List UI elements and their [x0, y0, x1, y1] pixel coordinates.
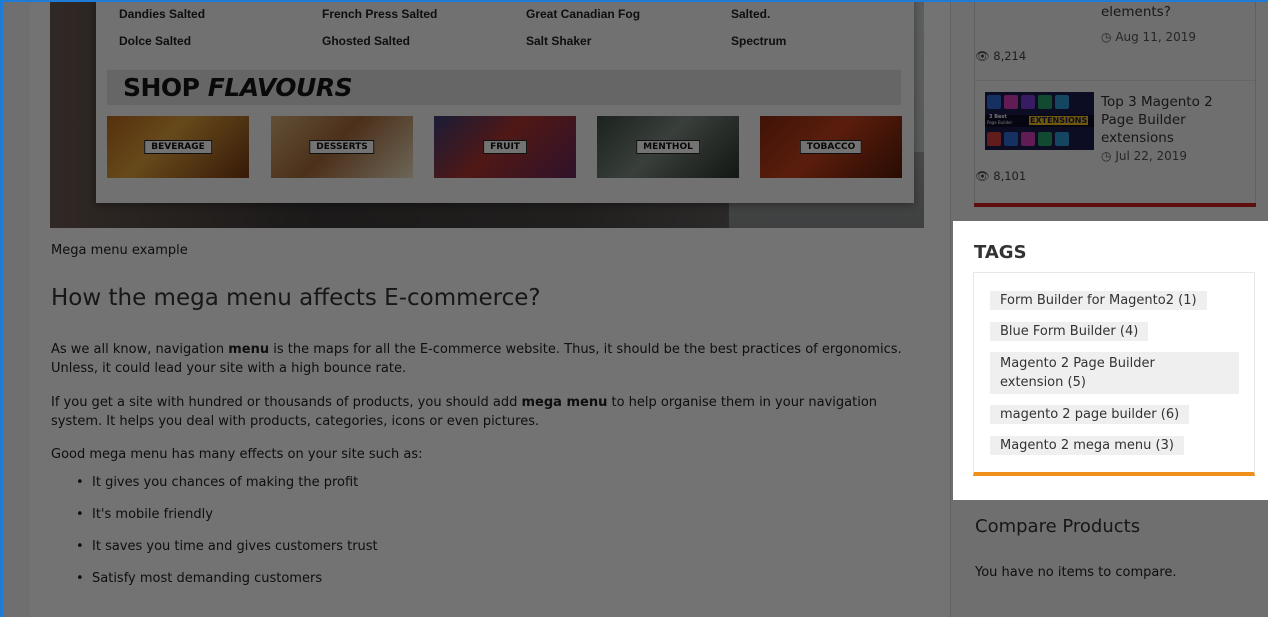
tile-label: MENTHOL	[636, 140, 700, 154]
flavour-tile-tobacco: TOBACCO	[760, 116, 902, 178]
tags-title: TAGS	[974, 242, 1027, 263]
paragraph-1: As we all know, navigation menu is the m…	[51, 340, 931, 378]
article-heading: How the mega menu affects E-commerce?	[51, 285, 541, 311]
post-divider	[975, 80, 1255, 81]
banner-text-main: SHOP	[123, 73, 200, 102]
flavour-tile-fruit: FRUIT	[434, 116, 576, 178]
tile-label: TOBACCO	[799, 140, 863, 154]
thumb-text: Page Builder	[987, 120, 1013, 125]
list-item: It gives you chances of making the profi…	[76, 475, 378, 507]
post-title-2[interactable]: Top 3 Magento 2 Page Builder extensions	[1101, 93, 1251, 147]
paragraph-3: Good mega menu has many effects on your …	[51, 447, 423, 462]
post-views-1: 👁 8,214	[975, 49, 1255, 63]
eye-icon: 👁	[975, 169, 990, 183]
screenshot-frame: Dandies Salted French Press Salted Great…	[0, 0, 1268, 617]
eye-icon: 👁	[975, 49, 990, 63]
shop-flavours-banner: SHOP FLAVOURS	[107, 70, 901, 105]
menu-item: Spectrum	[731, 34, 787, 48]
menu-item: Salted.	[731, 7, 771, 21]
menu-item: Ghosted Salted	[322, 34, 411, 48]
posts-box-bottom-accent	[974, 203, 1256, 207]
post-thumbnail[interactable]: 3 Best Page Builder EXTENSIONS	[985, 92, 1094, 150]
menu-item: Dandies Salted	[119, 7, 206, 21]
clock-icon: ◷	[1101, 149, 1112, 163]
tile-label: FRUIT	[483, 140, 527, 154]
bold-keyword: menu	[228, 342, 270, 357]
compare-products-title: Compare Products	[975, 516, 1141, 537]
tile-label: DESSERTS	[309, 140, 375, 154]
views-count: 8,214	[993, 49, 1027, 63]
paragraph-2: If you get a site with hundred or thousa…	[51, 393, 931, 431]
menu-item: Salt Shaker	[526, 34, 592, 48]
post-title-line: extensions	[1101, 130, 1174, 146]
clock-icon: ◷	[1101, 30, 1112, 44]
menu-item: Dolce Salted	[119, 34, 192, 48]
thumb-app-icon	[1021, 95, 1035, 109]
thumb-band: 3 Best Page Builder EXTENSIONS	[985, 114, 1094, 127]
thumb-app-icon	[1004, 95, 1018, 109]
post-date-text: Aug 11, 2019	[1115, 30, 1196, 44]
tag-text-line: Magento 2 Page Builder	[1000, 356, 1155, 371]
thumb-app-icon	[1021, 132, 1035, 146]
paragraph-text: If you get a site with hundred or thousa…	[51, 395, 522, 410]
tag-link[interactable]: magento 2 page builder (6)	[990, 405, 1190, 424]
tag-link[interactable]: Magento 2 mega menu (3)	[990, 436, 1184, 455]
banner-text-italic: FLAVOURS	[207, 73, 353, 102]
tag-link[interactable]: Form Builder for Magento2 (1)	[990, 291, 1207, 310]
menu-item: Great Canadian Fog	[526, 7, 641, 21]
tag-link[interactable]: Blue Form Builder (4)	[990, 322, 1149, 341]
post-title-line: Page Builder	[1101, 112, 1186, 128]
views-count: 8,101	[993, 169, 1027, 183]
posts-box-right-border	[1255, 2, 1256, 205]
tag-text-line: extension (5)	[1000, 375, 1086, 390]
list-item: It's mobile friendly	[76, 507, 378, 539]
post-date-1: ◷ Aug 11, 2019	[1101, 30, 1251, 44]
benefits-list: It gives you chances of making the profi…	[76, 475, 378, 603]
post-date-2: ◷ Jul 22, 2019	[1101, 149, 1251, 163]
tag-link[interactable]: Magento 2 Page Builder extension (5)	[990, 352, 1239, 394]
thumb-app-icon	[987, 132, 1001, 146]
post-date-text: Jul 22, 2019	[1115, 149, 1188, 163]
menu-item: French Press Salted	[322, 7, 438, 21]
paragraph-text: As we all know, navigation	[51, 342, 229, 357]
thumb-app-icon	[1055, 132, 1069, 146]
thumb-app-icon	[1055, 95, 1069, 109]
post-title-1[interactable]: elements?	[1101, 3, 1251, 21]
list-item: Satisfy most demanding customers	[76, 571, 378, 603]
thumb-text: EXTENSIONS	[1029, 116, 1089, 125]
thumb-app-icon	[987, 95, 1001, 109]
flavour-tile-desserts: DESSERTS	[271, 116, 413, 178]
compare-products-empty-text: You have no items to compare.	[975, 565, 1177, 580]
flavour-tile-beverage: BEVERAGE	[107, 116, 249, 178]
flavour-tile-menthol: MENTHOL	[597, 116, 739, 178]
post-views-2: 👁 8,101	[975, 169, 1255, 183]
post-title-line: Top 3 Magento 2	[1101, 94, 1213, 110]
thumb-app-icon	[1038, 95, 1052, 109]
image-caption: Mega menu example	[51, 243, 188, 258]
thumb-app-icon	[1038, 132, 1052, 146]
thumb-app-icon	[1004, 132, 1018, 146]
tile-label: BEVERAGE	[144, 140, 212, 154]
bold-keyword: mega menu	[521, 395, 608, 410]
list-item: It saves you time and gives customers tr…	[76, 539, 378, 571]
